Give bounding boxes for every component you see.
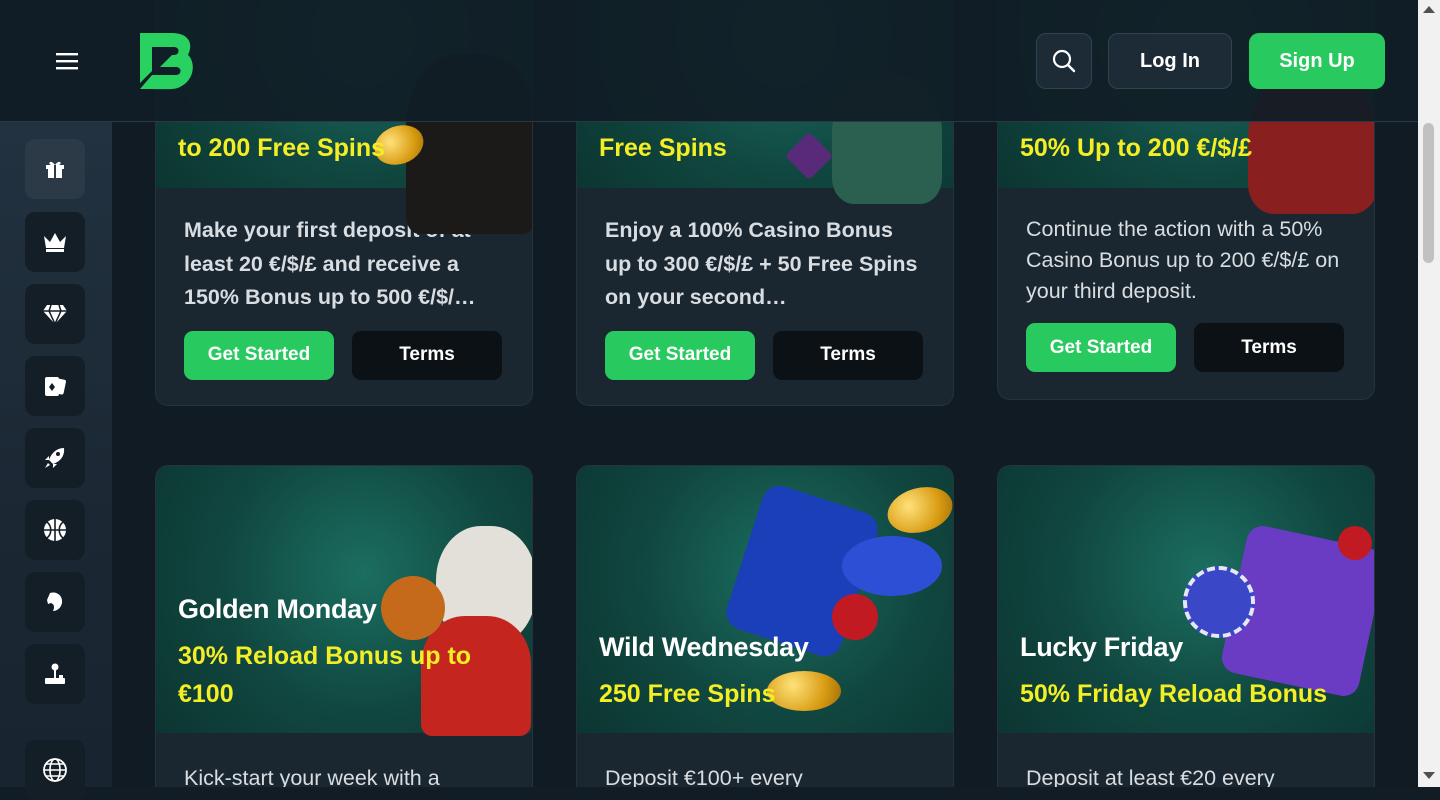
brand-logo[interactable]	[138, 31, 196, 91]
scroll-up-arrow-icon[interactable]	[1423, 6, 1435, 13]
crown-icon	[44, 233, 66, 252]
sidebar-item-vip[interactable]	[25, 212, 85, 272]
sidebar-item-live-casino[interactable]	[25, 356, 85, 416]
promo-card: Golden Monday 30% Reload Bonus up to €10…	[156, 466, 532, 787]
terms-button[interactable]: Terms	[773, 330, 923, 380]
get-started-button[interactable]: Get Started	[184, 330, 334, 380]
promo-title: Golden Monday	[178, 594, 377, 624]
sidebar-item-language[interactable]	[25, 740, 85, 800]
cherries-art	[832, 594, 878, 640]
diamond-icon	[43, 304, 67, 326]
horse-icon	[47, 592, 63, 611]
promo-description: Enjoy a 100% Casino Bonus up to 300 €/$/…	[605, 218, 918, 309]
terms-button[interactable]: Terms	[352, 330, 502, 380]
promo-banner: Golden Monday 30% Reload Bonus up to €10…	[156, 466, 532, 736]
get-started-button[interactable]: Get Started	[1026, 323, 1176, 372]
cherry-art	[1338, 526, 1372, 560]
logo-icon	[140, 33, 193, 90]
sidebar	[0, 122, 112, 800]
sidebar-item-promotions[interactable]	[25, 139, 85, 199]
gift-icon	[46, 161, 64, 178]
basketball-icon	[44, 519, 66, 541]
promo-subtitle: 30% Reload Bonus up to €100	[178, 642, 472, 708]
search-icon	[1052, 49, 1076, 73]
chips-art	[842, 536, 942, 596]
login-button[interactable]: Log In	[1108, 33, 1232, 89]
promo-description: Kick-start your week with a	[184, 766, 440, 787]
scrollbar-thumb[interactable]	[1423, 123, 1434, 263]
promo-subtitle: 250 Free Spins	[599, 680, 776, 708]
sidebar-item-crash-games[interactable]	[25, 428, 85, 488]
promo-card: Wild Wednesday 250 Free Spins Deposit €1…	[577, 466, 953, 787]
promo-description: Deposit at least €20 every	[1026, 766, 1275, 787]
top-header: Log In Sign Up	[0, 0, 1418, 122]
chip-art	[1183, 566, 1255, 638]
hamburger-icon	[56, 53, 78, 70]
get-started-button[interactable]: Get Started	[605, 330, 755, 380]
terms-button[interactable]: Terms	[1194, 323, 1344, 372]
promo-subtitle: 50% Friday Reload Bonus	[1020, 680, 1328, 708]
promo-banner: Lucky Friday 50% Friday Reload Bonus	[998, 466, 1374, 733]
signup-button[interactable]: Sign Up	[1249, 33, 1385, 89]
promo-subtitle: 50% Up to 200 €/$/£	[1020, 134, 1253, 162]
promo-description: Deposit €100+ every	[605, 766, 803, 787]
rocket-icon	[45, 448, 65, 468]
basketball-art	[381, 576, 445, 640]
cards-icon	[45, 377, 66, 396]
promo-banner: Wild Wednesday 250 Free Spins	[577, 466, 953, 733]
promo-title: Wild Wednesday	[599, 632, 809, 662]
menu-button[interactable]	[50, 44, 84, 78]
sidebar-item-casino[interactable]	[25, 284, 85, 344]
joystick-icon	[45, 663, 65, 684]
scroll-down-arrow-icon[interactable]	[1423, 772, 1435, 779]
promo-title: Lucky Friday	[1020, 632, 1183, 662]
scrollbar[interactable]	[1418, 0, 1440, 787]
promo-description: Continue the action with a 50% Casino Bo…	[1026, 217, 1340, 303]
promo-card: Lucky Friday 50% Friday Reload Bonus Dep…	[998, 466, 1374, 787]
sidebar-item-esports[interactable]	[25, 644, 85, 704]
coin-icon	[882, 480, 953, 540]
sidebar-item-sports[interactable]	[25, 500, 85, 560]
globe-icon	[43, 758, 67, 782]
promo-subtitle: to 200 Free Spins	[178, 134, 386, 162]
promo-subtitle: Free Spins	[599, 134, 727, 162]
sidebar-item-racing[interactable]	[25, 572, 85, 632]
search-button[interactable]	[1036, 33, 1092, 89]
